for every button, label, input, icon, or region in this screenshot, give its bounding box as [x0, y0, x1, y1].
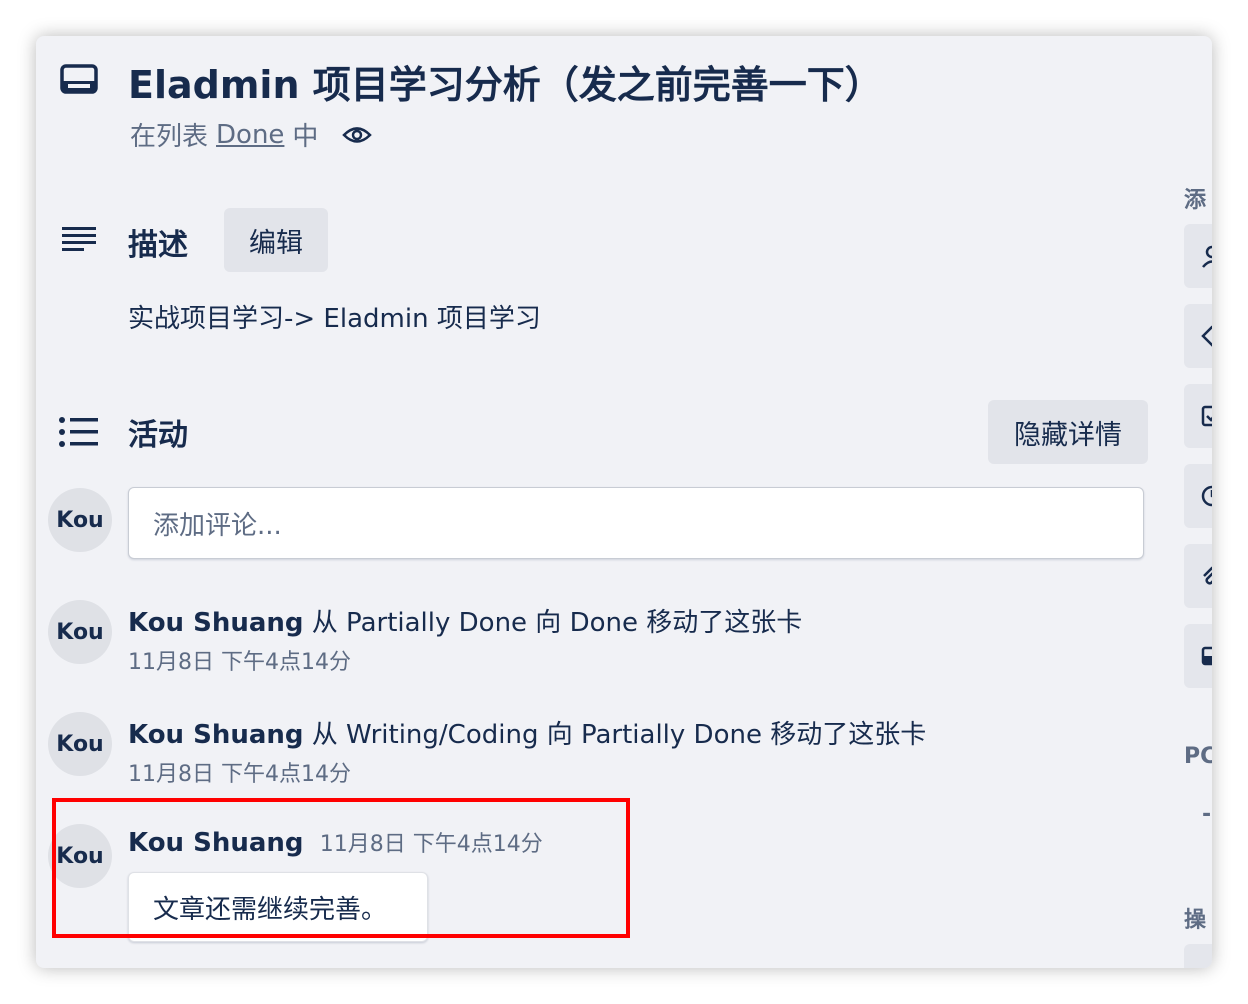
- clock-icon: [1201, 485, 1212, 507]
- list-prefix: 在列表: [130, 122, 209, 152]
- hide-details-button[interactable]: 隐藏详情: [988, 400, 1148, 464]
- activity-time[interactable]: 11月8日 下午4点14分: [128, 644, 351, 676]
- sidebar-action-button[interactable]: [1184, 944, 1212, 968]
- card-detail-window: Eladmin 项目学习分析（发之前完善一下） 在列表 Done 中 描述 编辑…: [36, 36, 1212, 968]
- sidebar-checklist-button[interactable]: [1184, 384, 1212, 448]
- description-icon: [62, 227, 96, 251]
- sidebar-actions-label: 操: [1184, 908, 1207, 933]
- card-title[interactable]: Eladmin 项目学习分析（发之前完善一下）: [128, 54, 883, 109]
- label-icon: [1201, 325, 1212, 347]
- activity-item: Kou Shuang 从 Partially Done 向 Done 移动了这张…: [128, 602, 802, 639]
- user-icon: [1202, 245, 1212, 268]
- activity-user[interactable]: Kou Shuang: [128, 608, 304, 638]
- sidebar-add-label: 添: [1184, 188, 1207, 213]
- description-heading: 描述: [128, 228, 188, 263]
- activity-text: 从 Partially Done 向 Done 移动了这张卡: [311, 608, 803, 638]
- sidebar-dates-button[interactable]: [1184, 464, 1212, 528]
- activity-icon: [59, 417, 98, 447]
- comment-input[interactable]: 添加评论...: [128, 487, 1144, 559]
- activity-item: Kou Shuang 从 Writing/Coding 向 Partially …: [128, 714, 926, 751]
- comment-header: Kou Shuang 11月8日 下午4点14分: [128, 826, 543, 858]
- sidebar-attachment-button[interactable]: [1184, 544, 1212, 608]
- comment-text[interactable]: 文章还需继续完善。: [128, 872, 428, 942]
- description-text[interactable]: 实战项目学习-> Eladmin 项目学习: [128, 298, 541, 335]
- edit-description-button[interactable]: 编辑: [224, 208, 328, 272]
- list-suffix: 中: [292, 122, 319, 152]
- sidebar-cover-button[interactable]: [1184, 624, 1212, 688]
- checklist-icon: [1201, 405, 1212, 427]
- sidebar-powerups-label: PC: [1184, 744, 1212, 769]
- activity-user[interactable]: Kou Shuang: [128, 720, 304, 750]
- card-icon: [60, 64, 98, 94]
- activity-avatar[interactable]: Kou: [48, 712, 112, 776]
- comment-avatar[interactable]: Kou: [48, 824, 112, 888]
- watch-eye-icon[interactable]: [342, 124, 373, 146]
- activity-text: 从 Writing/Coding 向 Partially Done 移动了这张卡: [311, 720, 927, 750]
- list-link[interactable]: Done: [216, 120, 284, 150]
- card-list-info: 在列表 Done 中: [130, 116, 373, 153]
- activity-avatar[interactable]: Kou: [48, 600, 112, 664]
- activity-time[interactable]: 11月8日 下午4点14分: [128, 756, 351, 788]
- attachment-icon: [1203, 566, 1212, 585]
- cover-icon: [1201, 646, 1212, 666]
- activity-heading: 活动: [128, 418, 188, 453]
- sidebar-members-button[interactable]: [1184, 224, 1212, 288]
- current-user-avatar[interactable]: Kou: [48, 488, 112, 552]
- comment-user[interactable]: Kou Shuang: [128, 828, 304, 858]
- comment-time[interactable]: 11月8日 下午4点14分: [320, 832, 543, 857]
- sidebar-powerups-dash: -: [1202, 802, 1212, 827]
- sidebar-labels-button[interactable]: [1184, 304, 1212, 368]
